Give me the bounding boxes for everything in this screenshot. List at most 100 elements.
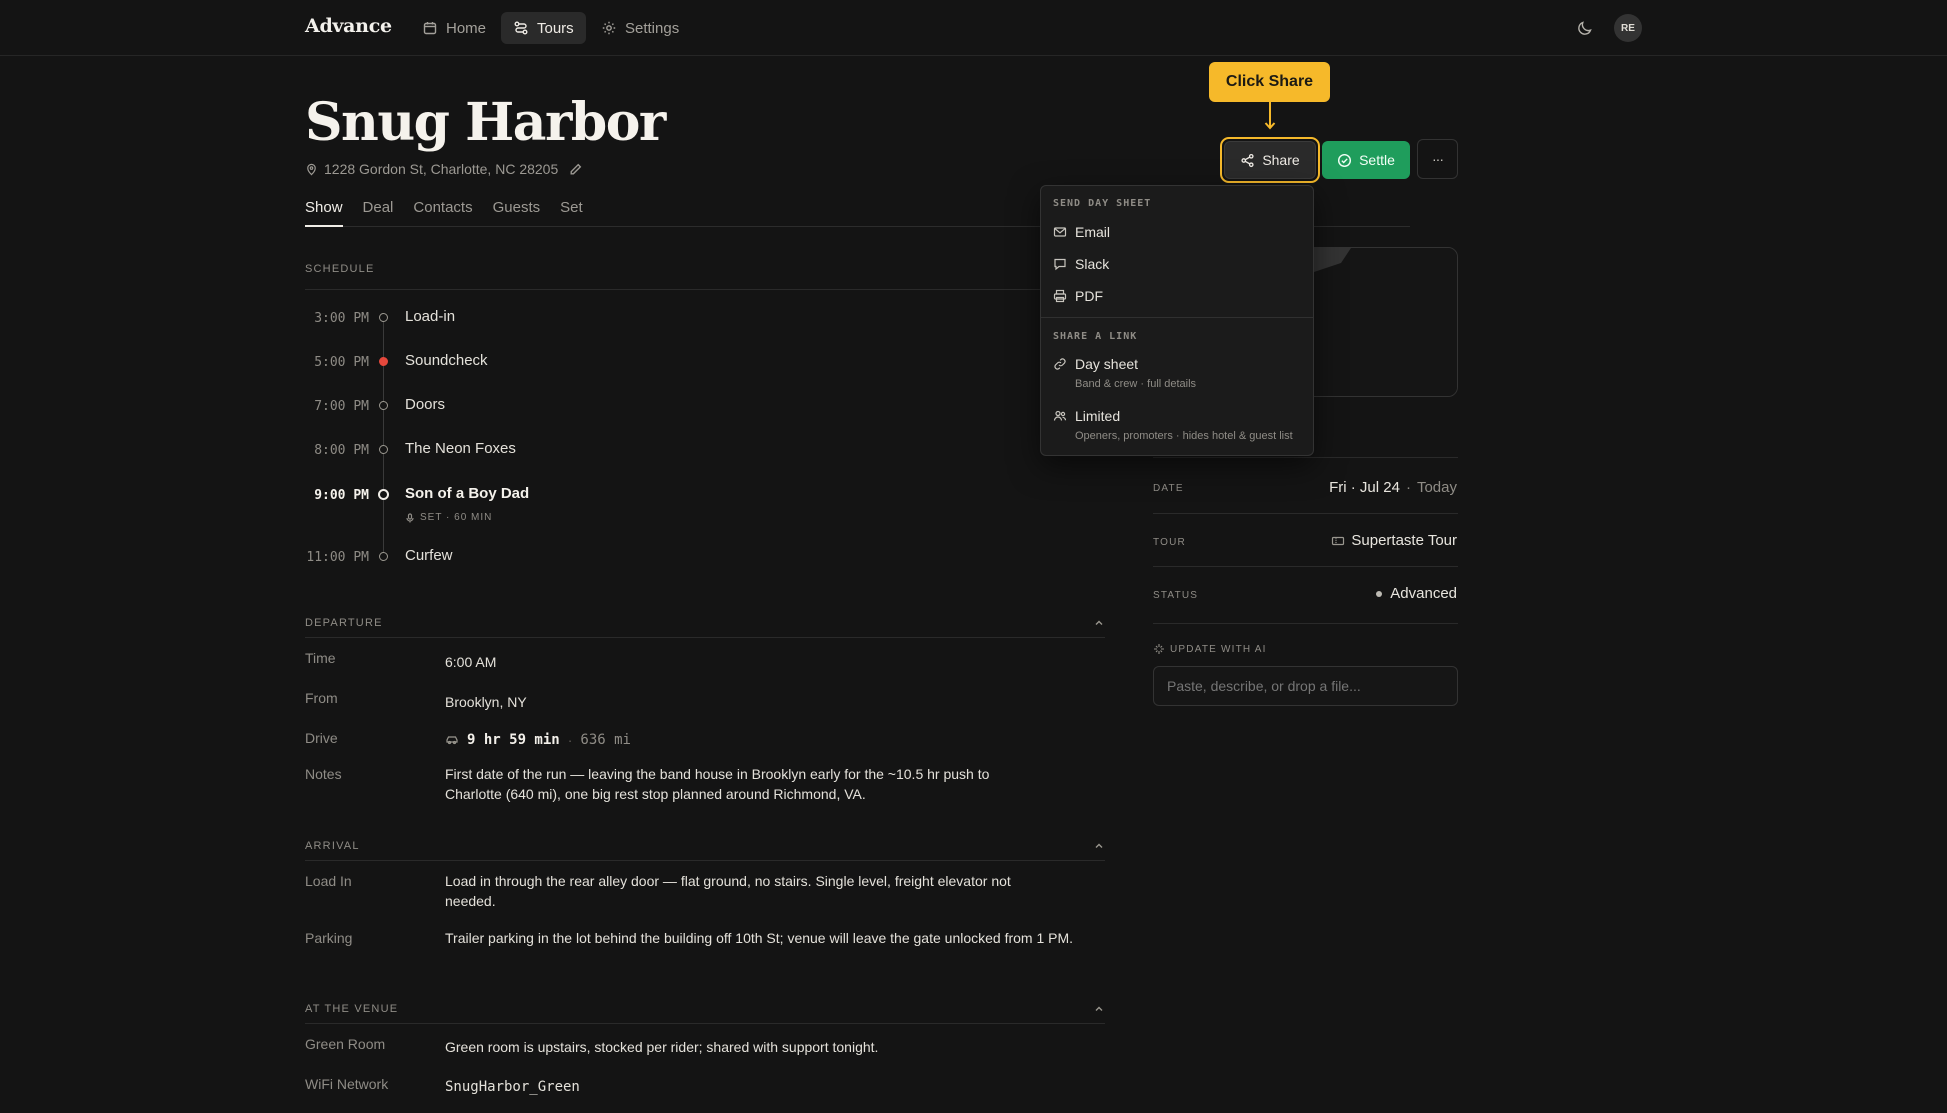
departure-drive-value[interactable]: 9 hr 59 min · 636 mi <box>445 730 631 750</box>
send-day-sheet-heading: SEND DAY SHEET <box>1053 198 1152 209</box>
tab-deal[interactable]: Deal <box>363 199 394 227</box>
departure-notes-key: Notes <box>305 766 342 782</box>
status-badge[interactable]: Advanced <box>1376 585 1457 602</box>
green-room-value[interactable]: Green room is upstairs, stocked per ride… <box>445 1037 878 1057</box>
tab-show[interactable]: Show <box>305 199 343 227</box>
timeline-dot-current <box>378 489 389 500</box>
chevron-up-icon[interactable] <box>1093 617 1105 629</box>
arrival-parking-value[interactable]: Trailer parking in the lot behind the bu… <box>445 928 1075 948</box>
nav-home-label: Home <box>446 19 487 37</box>
timeline-dot <box>379 552 388 561</box>
schedule-name: Doors <box>405 396 446 413</box>
ai-section-label: UPDATE WITH AI <box>1153 643 1267 655</box>
settle-button[interactable]: Settle <box>1322 141 1410 179</box>
click-share-callout: Click Share <box>1209 62 1330 102</box>
route-icon <box>514 21 528 35</box>
pdf-label: PDF <box>1075 288 1103 304</box>
schedule-name: Curfew <box>405 547 453 564</box>
edit-pencil-icon[interactable] <box>568 162 583 177</box>
departure-notes-value[interactable]: First date of the run — leaving the band… <box>445 764 1035 804</box>
set-duration-text: SET · 60 MIN <box>420 512 493 523</box>
moon-icon[interactable] <box>1576 19 1594 37</box>
top-nav: Advance Home Tours Settings RE <box>0 0 1947 56</box>
timeline-dot <box>379 401 388 410</box>
limited-description: Openers, promoters · hides hotel & guest… <box>1075 430 1293 442</box>
arrival-parking-key: Parking <box>305 930 353 946</box>
timeline-dot <box>379 445 388 454</box>
nav-tours[interactable]: Tours <box>501 12 586 44</box>
drive-separator: · <box>567 732 573 748</box>
address-text: 1228 Gordon St, Charlotte, NC 28205 <box>324 161 559 177</box>
more-options-button[interactable]: ··· <box>1417 139 1458 179</box>
departure-time-key: Time <box>305 650 336 666</box>
venue-info-label: AT THE VENUE <box>305 1003 399 1015</box>
page-title: Snug Harbor <box>305 92 666 153</box>
nav-home[interactable]: Home <box>410 12 498 44</box>
date-separator: · <box>1405 479 1411 496</box>
car-icon <box>446 736 458 745</box>
share-menu-divider <box>1041 317 1313 318</box>
tab-guests[interactable]: Guests <box>493 199 541 227</box>
share-highlight-ring <box>1220 137 1320 183</box>
schedule-name: Soundcheck <box>405 352 488 369</box>
schedule-time: 3:00 PM <box>314 311 369 326</box>
schedule-name: The Neon Foxes <box>405 440 516 457</box>
share-menu-day-sheet[interactable]: Day sheet <box>1053 356 1138 372</box>
tab-set[interactable]: Set <box>560 199 583 227</box>
share-menu: SEND DAY SHEET Email Slack PDF SHARE A L… <box>1040 185 1314 456</box>
details-divider <box>1153 513 1458 514</box>
schedule-name: Son of a Boy Dad <box>405 485 530 502</box>
arrival-loadin-value[interactable]: Load in through the rear alley door — fl… <box>445 871 1055 911</box>
chevron-up-icon[interactable] <box>1093 840 1105 852</box>
share-menu-slack[interactable]: Slack <box>1053 256 1109 272</box>
date-label: DATE <box>1153 483 1184 494</box>
wifi-key: WiFi Network <box>305 1076 389 1092</box>
avatar[interactable]: RE <box>1614 14 1642 42</box>
departure-time-value[interactable]: 6:00 AM <box>445 652 496 672</box>
email-label: Email <box>1075 224 1111 240</box>
share-menu-limited[interactable]: Limited <box>1053 408 1120 424</box>
venue-info-divider <box>305 1023 1105 1024</box>
departure-divider <box>305 637 1105 638</box>
printer-icon <box>1053 289 1067 303</box>
timeline-dot-active <box>379 357 388 366</box>
set-duration: SET · 60 MIN <box>405 512 492 523</box>
timeline-dot <box>379 313 388 322</box>
settle-label: Settle <box>1359 152 1395 168</box>
departure-from-value[interactable]: Brooklyn, NY <box>445 692 527 712</box>
ai-update-input[interactable] <box>1153 666 1458 706</box>
drive-distance: 636 mi <box>580 732 631 748</box>
status-label: STATUS <box>1153 590 1199 601</box>
users-icon <box>1053 410 1067 421</box>
mail-icon <box>1053 227 1067 237</box>
ticket-icon <box>1332 536 1345 545</box>
nav-settings[interactable]: Settings <box>589 12 691 44</box>
share-link-heading: SHARE A LINK <box>1053 331 1138 342</box>
share-menu-pdf[interactable]: PDF <box>1053 288 1103 304</box>
nav-tours-label: Tours <box>537 19 574 37</box>
departure-drive-key: Drive <box>305 730 338 746</box>
gear-icon <box>602 21 616 35</box>
wifi-value[interactable]: SnugHarbor_Green <box>445 1077 580 1097</box>
status-dot <box>1376 590 1383 597</box>
chat-bubble-icon <box>1054 258 1066 271</box>
ai-label-text: UPDATE WITH AI <box>1170 643 1267 655</box>
chevron-up-icon[interactable] <box>1093 1003 1105 1015</box>
calendar-icon <box>423 22 437 35</box>
tab-contacts[interactable]: Contacts <box>413 199 472 227</box>
details-divider <box>1153 566 1458 567</box>
day-sheet-description: Band & crew · full details <box>1075 378 1197 390</box>
schedule-timeline <box>383 318 384 558</box>
brand-logo[interactable]: Advance <box>305 15 392 37</box>
date-relative: Today <box>1416 479 1457 496</box>
check-circle-icon <box>1338 153 1352 167</box>
nav-settings-label: Settings <box>625 19 680 37</box>
departure-label: DEPARTURE <box>305 617 383 629</box>
green-room-key: Green Room <box>305 1036 386 1052</box>
venue-address: 1228 Gordon St, Charlotte, NC 28205 <box>305 161 583 177</box>
tour-value[interactable]: Supertaste Tour <box>1331 532 1457 549</box>
schedule-time: 11:00 PM <box>306 550 369 565</box>
share-menu-email[interactable]: Email <box>1053 224 1110 240</box>
date-value: Fri · Jul 24 · Today <box>1329 479 1457 496</box>
schedule-name: Load-in <box>405 308 456 325</box>
